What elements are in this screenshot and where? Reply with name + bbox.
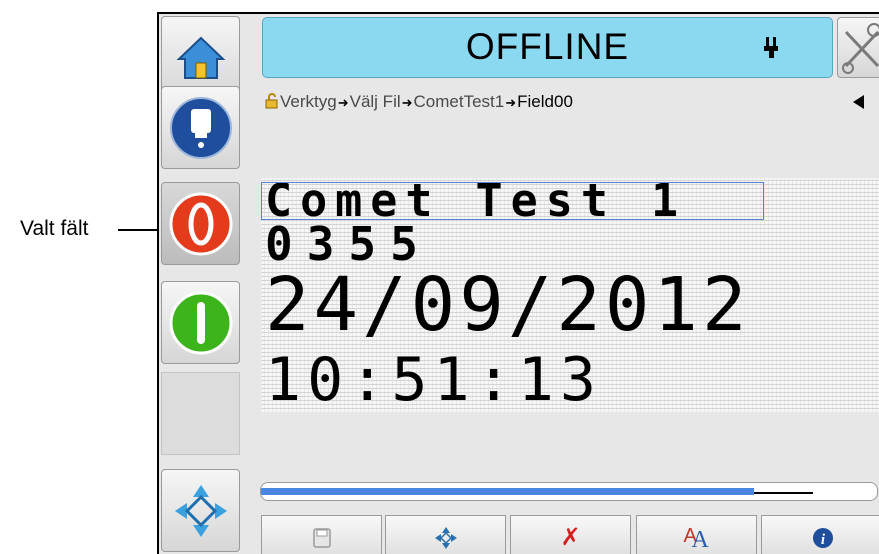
- home-icon: [176, 36, 225, 79]
- delete-icon: ✗: [560, 524, 581, 551]
- breadcrumb-separator-icon: ➜: [505, 95, 517, 110]
- navigate-icon: [174, 484, 227, 537]
- callout-label: Valt fält: [20, 217, 89, 240]
- start-button[interactable]: [161, 281, 240, 364]
- ink-level-marker: [753, 492, 813, 494]
- breadcrumb-item[interactable]: CometTest1: [414, 92, 505, 111]
- breadcrumb-current: Field00: [517, 92, 573, 111]
- status-bar: OFFLINE: [262, 17, 833, 78]
- save-button[interactable]: [261, 515, 382, 554]
- breadcrumb-item[interactable]: Välj Fil: [350, 92, 401, 111]
- selected-field-outline: [261, 182, 764, 220]
- tools-icon: [842, 23, 879, 74]
- stop-icon: [169, 192, 232, 255]
- unlock-icon: [265, 93, 278, 109]
- message-field-date[interactable]: 24/09/2012: [265, 268, 751, 342]
- sidebar-empty-slot: [161, 372, 240, 455]
- info-button[interactable]: i: [761, 515, 879, 554]
- status-text: OFFLINE: [465, 26, 630, 67]
- breadcrumb: Verktyg➜Välj Fil➜CometTest1➜Field00: [265, 92, 573, 112]
- breadcrumb-separator-icon: ➜: [337, 95, 349, 110]
- message-field-counter[interactable]: 0355: [265, 221, 432, 267]
- printer-screen: OFFLINE Verktyg➜Välj Fil➜CometTest1➜Fiel…: [157, 12, 879, 554]
- font-button[interactable]: A A: [636, 515, 757, 554]
- font-icon: A A: [683, 524, 709, 553]
- move-field-button[interactable]: [385, 515, 506, 554]
- delete-field-button[interactable]: ✗: [510, 515, 631, 554]
- message-field-time[interactable]: 10:51:13: [265, 350, 602, 410]
- back-arrow-icon[interactable]: [853, 95, 864, 109]
- save-icon: [312, 527, 331, 548]
- printhead-icon: [764, 37, 778, 58]
- ink-cartridge-icon: [169, 96, 232, 159]
- ink-button[interactable]: [161, 86, 240, 169]
- ink-level-fill: [261, 488, 754, 495]
- breadcrumb-item[interactable]: Verktyg: [280, 92, 337, 111]
- stop-button[interactable]: [161, 182, 240, 265]
- navigate-button[interactable]: [161, 469, 240, 552]
- info-icon: i: [812, 527, 833, 548]
- move-icon: [434, 526, 457, 549]
- ink-level-bar: [260, 482, 878, 501]
- tools-button[interactable]: [837, 17, 879, 78]
- breadcrumb-separator-icon: ➜: [401, 95, 413, 110]
- start-icon: [169, 291, 232, 354]
